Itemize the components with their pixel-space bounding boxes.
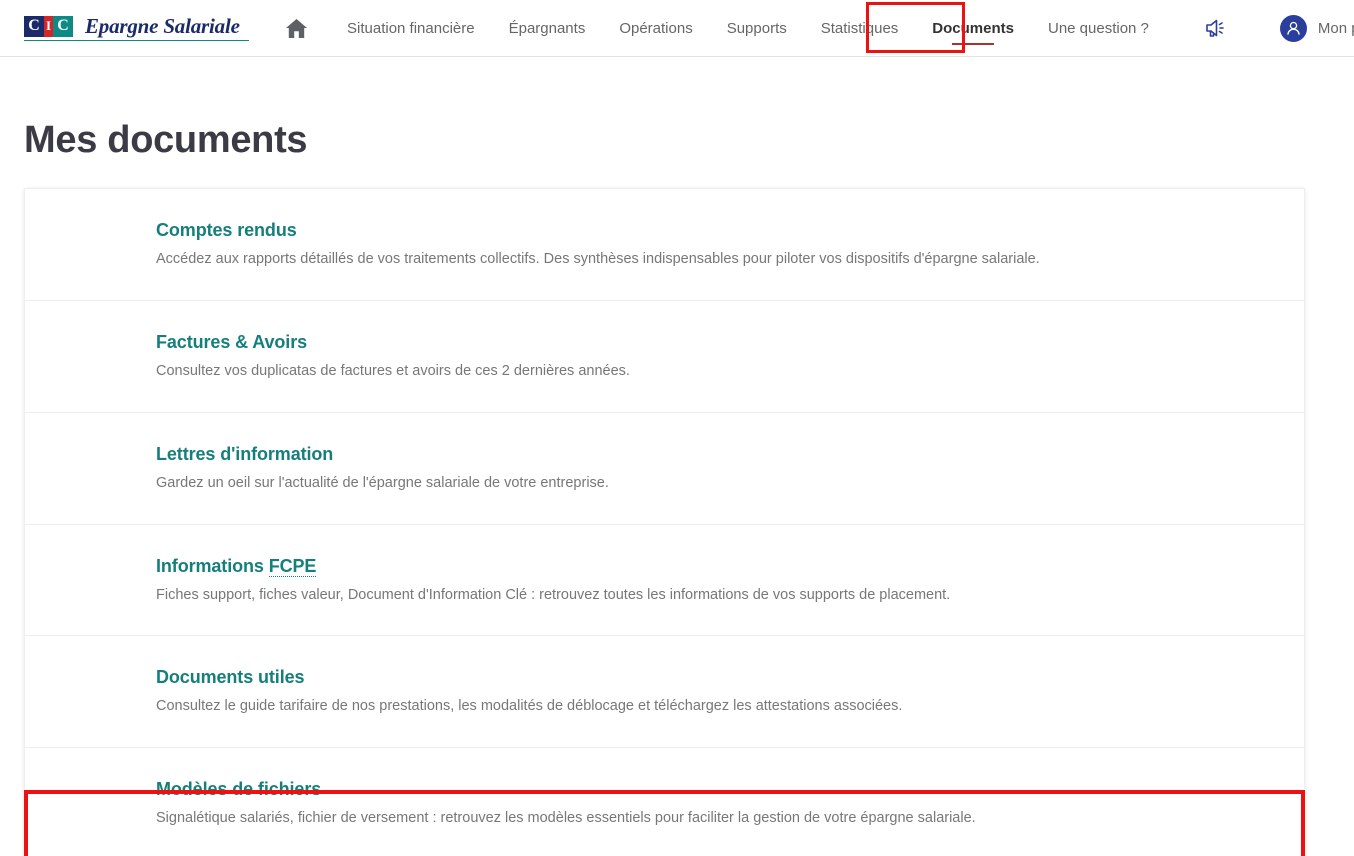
- nav-item-situation-financiere[interactable]: Situation financière: [330, 0, 492, 56]
- document-category-title: Lettres d'information: [156, 443, 334, 464]
- document-category-comptes-rendus[interactable]: Comptes rendus Accédez aux rapports déta…: [25, 189, 1304, 301]
- document-category-informations-fcpe[interactable]: Informations FCPE Fiches support, fiches…: [25, 524, 1304, 637]
- nav-label: Situation financière: [347, 19, 475, 37]
- document-category-title: Modèles de fichiers: [156, 779, 322, 800]
- nav-label: Statistiques: [820, 19, 899, 37]
- logo-underline-rule: [24, 39, 249, 41]
- site-header: C I C Epargne Salariale Situation financ…: [0, 0, 1354, 57]
- document-category-title: Documents utiles: [156, 667, 305, 688]
- document-category-description: Accédez aux rapports détaillés de vos tr…: [156, 251, 1040, 267]
- document-category-description: Fiches support, fiches valeur, Document …: [156, 586, 951, 603]
- document-category-title-text: Informations: [156, 555, 269, 576]
- document-category-description: Consultez vos duplicatas de factures et …: [156, 362, 630, 379]
- user-avatar-icon: [1279, 14, 1307, 42]
- brand-logo[interactable]: C I C Epargne Salariale: [0, 0, 259, 56]
- page-title: Mes documents: [24, 119, 308, 161]
- profile-label: Mon profil: [1317, 19, 1354, 37]
- nav-item-une-question[interactable]: Une question ?: [1031, 0, 1166, 56]
- nav-item-epargnants[interactable]: Épargnants: [492, 0, 603, 56]
- document-category-title: Informations FCPE: [156, 555, 1304, 577]
- document-category-description: Gardez un oeil sur l'actualité de l'épar…: [156, 474, 609, 491]
- page-content: Mes documents Comptes rendus Accédez aux…: [0, 57, 1354, 856]
- profile-menu[interactable]: Mon profil: [1279, 14, 1354, 42]
- fcpe-abbreviation[interactable]: FCPE: [268, 555, 316, 577]
- document-category-lettres-information[interactable]: Lettres d'information Gardez un oeil sur…: [25, 412, 1304, 525]
- nav-label: Épargnants: [508, 19, 586, 37]
- home-icon[interactable]: [285, 11, 308, 45]
- megaphone-icon[interactable]: [1202, 11, 1228, 45]
- nav-item-operations[interactable]: Opérations: [602, 0, 709, 56]
- nav-label: Opérations: [619, 19, 693, 37]
- documents-list-card: Comptes rendus Accédez aux rapports déta…: [24, 188, 1305, 856]
- document-category-documents-utiles[interactable]: Documents utiles Consultez le guide tari…: [25, 636, 1304, 749]
- main-navigation: Situation financière Épargnants Opératio…: [330, 0, 1166, 56]
- document-category-modeles-de-fichiers[interactable]: Modèles de fichiers Signalétique salarié…: [25, 748, 1304, 856]
- document-category-title: Comptes rendus: [156, 220, 297, 240]
- nav-item-documents[interactable]: Documents: [915, 0, 1031, 56]
- cic-logo-mark: C I C: [24, 15, 73, 37]
- document-category-factures-avoirs[interactable]: Factures & Avoirs Consultez vos duplicat…: [25, 300, 1304, 413]
- nav-item-supports[interactable]: Supports: [710, 0, 804, 56]
- logo-letter-c2: C: [53, 15, 73, 37]
- nav-item-statistiques[interactable]: Statistiques: [804, 0, 916, 56]
- nav-label: Supports: [726, 19, 787, 37]
- nav-label: Une question ?: [1047, 19, 1149, 37]
- document-category-description: Signalétique salariés, fichier de versem…: [156, 810, 976, 827]
- document-category-title: Factures & Avoirs: [156, 331, 308, 352]
- document-category-description: Consultez le guide tarifaire de nos pres…: [156, 698, 903, 715]
- logo-wordmark: Epargne Salariale: [85, 13, 240, 38]
- logo-letter-i: I: [44, 15, 53, 37]
- nav-label: Documents: [932, 19, 1014, 37]
- logo-letter-c1: C: [24, 15, 44, 37]
